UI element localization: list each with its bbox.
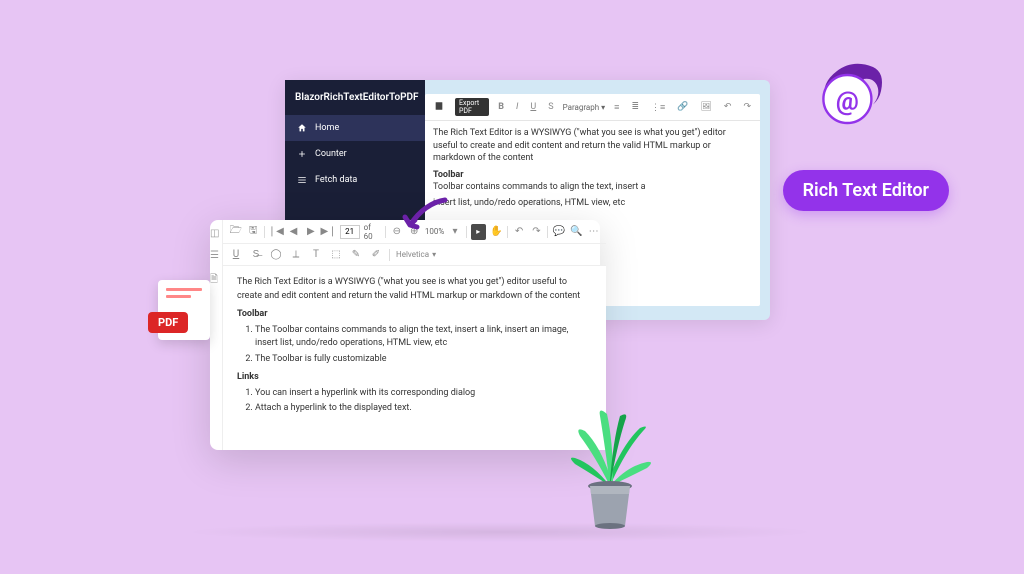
pdf-page-content: The Rich Text Editor is a WYSIWYG ("what… — [223, 266, 606, 450]
rte-paragraph: insert list, undo/redo operations, HTML … — [433, 197, 752, 210]
rte-paragraph: Toolbar contains commands to align the t… — [433, 181, 752, 194]
comment-button[interactable]: 💬 — [552, 225, 565, 239]
sidebar-item-label: Counter — [315, 149, 347, 159]
list-icon — [297, 175, 307, 185]
pdf-list-item: Attach a hyperlink to the displayed text… — [255, 402, 592, 416]
sidebar-item-label: Fetch data — [315, 175, 357, 185]
calibrate-button[interactable]: ⟂ — [289, 248, 303, 262]
strike-button[interactable]: S — [545, 100, 556, 114]
first-page-button[interactable]: ❘◀ — [269, 225, 283, 239]
pdf-heading: Links — [237, 371, 592, 385]
ground-shadow — [180, 522, 820, 542]
freetext-button[interactable]: T — [309, 248, 323, 262]
arrow-icon — [395, 195, 455, 249]
select-tool-button[interactable]: ▸ — [471, 224, 486, 240]
underline-annot-button[interactable]: U — [229, 248, 243, 262]
hand-tool-button[interactable]: ✋ — [490, 225, 503, 239]
format-select[interactable]: Paragraph ▾ — [563, 103, 606, 112]
pdf-viewer-window: ◫ ☰ 🗎 🗁 🖫 ❘◀ ◀ ▶ ▶❘ of 60 ⊖ ⊕ 100% ▾ ▸ ✋… — [210, 220, 600, 450]
ul-button[interactable]: ⋮≡ — [648, 100, 668, 115]
plus-icon — [297, 149, 307, 159]
undo-button[interactable]: ↶ — [512, 225, 525, 239]
sidebar-item-home[interactable]: Home — [285, 115, 425, 141]
more-button[interactable]: ⋯ — [587, 225, 600, 239]
shape-annot-button[interactable]: ◯ — [269, 248, 283, 262]
chevron-down-icon: ▾ — [432, 250, 436, 259]
pdf-sidebar: ◫ ☰ 🗎 — [210, 220, 223, 450]
page-number-input[interactable] — [340, 225, 360, 239]
file-icon[interactable]: 🗎 — [210, 272, 222, 284]
strikeout-annot-button[interactable]: S̶ — [249, 248, 263, 262]
pdf-list-item: You can insert a hyperlink with its corr… — [255, 387, 592, 401]
ol-button[interactable]: ≣ — [628, 100, 642, 114]
rte-heading: Toolbar — [433, 169, 752, 182]
bookmark-icon[interactable]: ☰ — [210, 250, 222, 262]
thumbnails-icon[interactable]: ◫ — [210, 228, 222, 240]
sidebar-item-label: Home — [315, 123, 339, 133]
pdf-paragraph: The Rich Text Editor is a WYSIWYG ("what… — [237, 276, 592, 303]
undo-button[interactable]: ↶ — [721, 100, 735, 114]
app-title: BlazorRichTextEditorToPDF — [285, 80, 425, 115]
underline-button[interactable]: U — [527, 100, 539, 114]
sidebar-item-fetch-data[interactable]: Fetch data — [285, 167, 425, 193]
pdf-badge-label: PDF — [148, 312, 188, 333]
pdf-heading: Toolbar — [237, 308, 592, 322]
pdf-ordered-list: You can insert a hyperlink with its corr… — [255, 387, 592, 416]
prev-page-button[interactable]: ◀ — [287, 225, 300, 239]
svg-text:@: @ — [836, 86, 859, 116]
page-total-label: of 60 — [364, 223, 382, 241]
redo-button[interactable]: ↷ — [530, 225, 543, 239]
bold-button[interactable]: B — [495, 100, 507, 114]
sidebar-item-counter[interactable]: Counter — [285, 141, 425, 167]
chevron-down-icon: ▾ — [601, 103, 605, 112]
stamp-button[interactable]: ⬚ — [329, 248, 343, 262]
image-button[interactable]: 🖼 — [697, 100, 714, 114]
link-button[interactable]: 🔗 — [674, 100, 691, 114]
pdf-ordered-list: The Toolbar contains commands to align t… — [255, 324, 592, 367]
plant-decoration — [555, 386, 665, 540]
rte-paragraph: The Rich Text Editor is a WYSIWYG ("what… — [433, 127, 752, 165]
ink-button[interactable]: ✐ — [369, 248, 383, 262]
rte-toolbar: Export PDF B I U S Paragraph ▾ ≡ ≣ ⋮≡ 🔗 … — [425, 94, 760, 121]
redo-button[interactable]: ↷ — [740, 100, 754, 114]
italic-button[interactable]: I — [513, 100, 521, 114]
signature-button[interactable]: ✎ — [349, 248, 363, 262]
last-page-button[interactable]: ▶❘ — [322, 225, 336, 239]
pdf-main: 🗁 🖫 ❘◀ ◀ ▶ ▶❘ of 60 ⊖ ⊕ 100% ▾ ▸ ✋ ↶ ↷ 💬… — [223, 220, 606, 450]
open-file-button[interactable]: 🗁 — [229, 225, 242, 239]
next-page-button[interactable]: ▶ — [304, 225, 317, 239]
export-pdf-button[interactable] — [431, 99, 447, 116]
font-select[interactable]: Helvetica ▾ — [396, 250, 436, 259]
save-button[interactable]: 🖫 — [246, 225, 259, 239]
home-icon — [297, 123, 307, 133]
pdf-file-icon: PDF — [158, 280, 210, 340]
align-button[interactable]: ≡ — [611, 100, 622, 115]
blazor-logo: @ — [809, 55, 894, 140]
rich-text-editor-badge: Rich Text Editor — [783, 170, 949, 211]
export-pdf-tooltip: Export PDF — [455, 98, 489, 116]
pdf-list-item: The Toolbar contains commands to align t… — [255, 324, 592, 351]
search-button[interactable]: 🔍 — [569, 225, 582, 239]
pdf-list-item: The Toolbar is fully customizable — [255, 353, 592, 367]
